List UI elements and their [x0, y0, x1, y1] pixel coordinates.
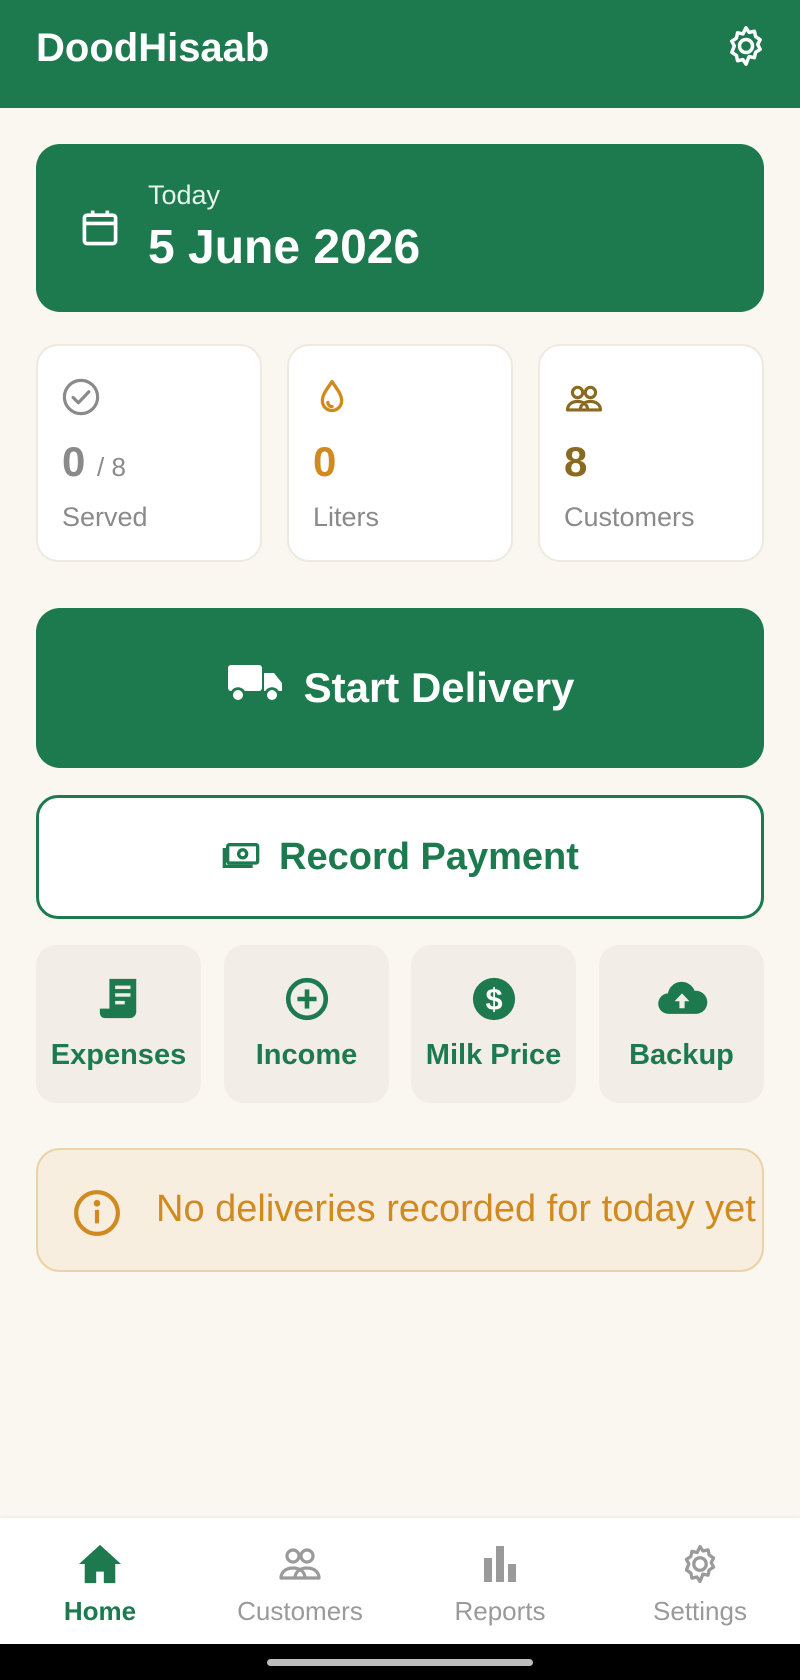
gesture-handle[interactable]	[267, 1659, 533, 1666]
truck-icon	[226, 660, 286, 716]
system-navigation-bar	[0, 1644, 800, 1680]
info-icon	[72, 1188, 122, 1238]
record-payment-button[interactable]: Record Payment	[36, 795, 764, 919]
notice-message: No deliveries recorded for today yet	[156, 1188, 756, 1230]
start-delivery-label: Start Delivery	[303, 664, 575, 711]
bar-chart-icon	[474, 1542, 526, 1586]
nav-item-home[interactable]: Home	[0, 1518, 200, 1644]
people-icon	[274, 1542, 326, 1586]
nav-label-reports: Reports	[454, 1596, 546, 1626]
served-total: / 8	[97, 452, 126, 482]
nav-item-customers[interactable]: Customers	[200, 1518, 400, 1644]
home-icon	[74, 1542, 126, 1586]
droplet-icon	[311, 376, 355, 420]
gear-icon[interactable]	[722, 22, 770, 70]
today-date-card[interactable]: Today 5 June 2026	[36, 144, 764, 312]
customers-stat-card: 8 Customers	[538, 344, 764, 562]
served-caption: Served	[62, 502, 148, 532]
backup-tile[interactable]: Backup	[599, 945, 764, 1103]
date-label: Today	[148, 180, 221, 210]
served-count: 0 / 8	[62, 438, 126, 486]
liters-value: 0	[313, 438, 337, 485]
app-bar: DoodHisaab	[0, 0, 800, 108]
calendar-icon	[78, 206, 122, 250]
milk-price-tile[interactable]: $ Milk Price	[411, 945, 576, 1103]
dollar-circle-icon: $	[468, 973, 520, 1025]
liters-caption: Liters	[313, 502, 380, 532]
liters-stat-card: 0 Liters	[287, 344, 513, 562]
start-delivery-button[interactable]: Start Delivery	[36, 608, 764, 768]
bottom-navigation: Home Customers Reports Settings	[0, 1518, 800, 1644]
served-stat-card: 0 / 8 Served	[36, 344, 262, 562]
customers-caption: Customers	[564, 502, 695, 532]
nav-item-settings[interactable]: Settings	[600, 1518, 800, 1644]
backup-label: Backup	[629, 1039, 734, 1071]
people-icon	[562, 376, 606, 420]
app-title: DoodHisaab	[36, 26, 270, 70]
record-payment-label: Record Payment	[279, 835, 579, 878]
income-label: Income	[255, 1039, 358, 1071]
served-value: 0	[62, 438, 86, 485]
cash-icon	[221, 836, 261, 879]
no-deliveries-notice: No deliveries recorded for today yet	[36, 1148, 764, 1272]
receipt-icon	[93, 973, 145, 1025]
nav-label-customers: Customers	[237, 1596, 363, 1626]
plus-circle-icon	[281, 973, 333, 1025]
nav-item-reports[interactable]: Reports	[400, 1518, 600, 1644]
current-date: 5 June 2026	[148, 221, 421, 274]
check-circle-icon	[60, 376, 104, 420]
milk-price-label: Milk Price	[425, 1039, 562, 1071]
expenses-tile[interactable]: Expenses	[36, 945, 201, 1103]
income-tile[interactable]: Income	[224, 945, 389, 1103]
cloud-upload-icon	[656, 973, 708, 1025]
nav-label-home: Home	[63, 1596, 137, 1626]
nav-label-settings: Settings	[653, 1596, 747, 1626]
customers-value: 8	[564, 438, 588, 485]
svg-text:$: $	[485, 983, 502, 1017]
gear-icon	[674, 1542, 726, 1586]
expenses-label: Expenses	[50, 1039, 187, 1071]
